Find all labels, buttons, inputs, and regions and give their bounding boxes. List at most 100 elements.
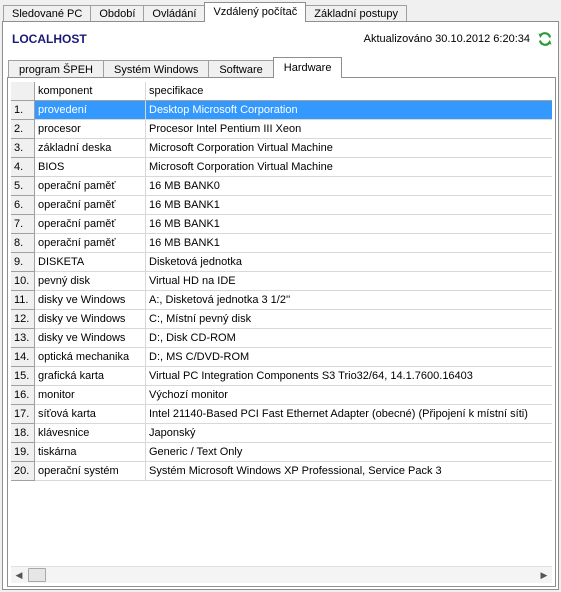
specifikace-cell[interactable]: Virtual PC Integration Components S3 Tri… — [146, 367, 552, 386]
specifikace-cell[interactable]: D:, Disk CD-ROM — [146, 329, 552, 348]
table-row[interactable]: 12. disky ve Windows C:, Místní pevný disk — [11, 310, 552, 329]
specifikace-cell[interactable]: 16 MB BANK1 — [146, 234, 552, 253]
komponent-cell[interactable]: tiskárna — [35, 443, 146, 462]
specifikace-cell[interactable]: Disketová jednotka — [146, 253, 552, 272]
komponent-cell[interactable]: síťová karta — [35, 405, 146, 424]
tab-software[interactable]: Software — [208, 60, 274, 78]
row-number-cell[interactable]: 19. — [11, 443, 35, 462]
row-number-cell[interactable]: 13. — [11, 329, 35, 348]
tab-vzdaleny-pocitac[interactable]: Vzdálený počítač — [204, 2, 307, 22]
specifikace-cell[interactable]: 16 MB BANK1 — [146, 215, 552, 234]
komponent-cell[interactable]: operační systém — [35, 462, 146, 481]
komponent-cell[interactable]: monitor — [35, 386, 146, 405]
komponent-cell[interactable]: optická mechanika — [35, 348, 146, 367]
row-number-cell[interactable]: 1. — [11, 101, 35, 120]
specifikace-cell[interactable]: Generic / Text Only — [146, 443, 552, 462]
row-number-cell[interactable]: 11. — [11, 291, 35, 310]
row-number-cell[interactable]: 12. — [11, 310, 35, 329]
table-row[interactable]: 5. operační paměť 16 MB BANK0 — [11, 177, 552, 196]
row-number-cell[interactable]: 3. — [11, 139, 35, 158]
table-row[interactable]: 19. tiskárna Generic / Text Only — [11, 443, 552, 462]
table-row[interactable]: 2. procesor Procesor Intel Pentium III Xeo… — [11, 120, 552, 139]
specifikace-cell[interactable]: 16 MB BANK0 — [146, 177, 552, 196]
komponent-cell[interactable]: DISKETA — [35, 253, 146, 272]
table-row[interactable]: 6. operační paměť 16 MB BANK1 — [11, 196, 552, 215]
komponent-cell[interactable]: operační paměť — [35, 177, 146, 196]
tab-hardware[interactable]: Hardware — [272, 57, 343, 78]
komponent-cell[interactable]: klávesnice — [35, 424, 146, 443]
row-number-cell[interactable]: 18. — [11, 424, 35, 443]
column-header-komponent[interactable]: komponent — [35, 82, 146, 101]
grid-header-row: komponent specifikace — [11, 82, 552, 101]
tab-system-windows[interactable]: Systém Windows — [102, 60, 210, 78]
row-number-cell[interactable]: 8. — [11, 234, 35, 253]
table-row[interactable]: 3. základní deska Microsoft Corporation Vi… — [11, 139, 552, 158]
row-number-cell[interactable]: 17. — [11, 405, 35, 424]
table-row[interactable]: 9. DISKETA Disketová jednotka — [11, 253, 552, 272]
row-number-cell[interactable]: 2. — [11, 120, 35, 139]
row-number-cell[interactable]: 5. — [11, 177, 35, 196]
specifikace-cell[interactable]: Procesor Intel Pentium III Xeon — [146, 120, 552, 139]
komponent-cell[interactable]: operační paměť — [35, 234, 146, 253]
row-number-cell[interactable]: 10. — [11, 272, 35, 291]
specifikace-cell[interactable]: Výchozí monitor — [146, 386, 552, 405]
grid-body: 1. provedení Desktop Microsoft Corporation… — [11, 101, 552, 481]
komponent-cell[interactable]: základní deska — [35, 139, 146, 158]
specifikace-cell[interactable]: Microsoft Corporation Virtual Machine — [146, 139, 552, 158]
table-row[interactable]: 11. disky ve Windows A:, Disketová jednotk… — [11, 291, 552, 310]
tab-zakladni-postupy[interactable]: Základní postupy — [305, 5, 408, 22]
tab-obdobi[interactable]: Období — [90, 5, 145, 22]
specifikace-cell[interactable]: D:, MS C/DVD-ROM — [146, 348, 552, 367]
row-number-header[interactable] — [11, 82, 35, 101]
row-number-cell[interactable]: 6. — [11, 196, 35, 215]
komponent-cell[interactable]: operační paměť — [35, 215, 146, 234]
table-row[interactable]: 18. klávesnice Japonský — [11, 424, 552, 443]
specifikace-cell[interactable]: Intel 21140-Based PCI Fast Ethernet Adap… — [146, 405, 552, 424]
komponent-cell[interactable]: pevný disk — [35, 272, 146, 291]
row-number-cell[interactable]: 16. — [11, 386, 35, 405]
komponent-cell[interactable]: BIOS — [35, 158, 146, 177]
tab-ovladani[interactable]: Ovládání — [143, 5, 206, 22]
table-row[interactable]: 20. operační systém Systém Microsoft Windo… — [11, 462, 552, 481]
specifikace-cell[interactable]: 16 MB BANK1 — [146, 196, 552, 215]
refresh-icon[interactable] — [537, 31, 553, 47]
scrollbar-thumb[interactable] — [28, 568, 46, 582]
arrow-left-icon[interactable]: ◀ — [11, 567, 27, 583]
tab-program-speh[interactable]: program ŠPEH — [8, 60, 104, 78]
specifikace-cell[interactable]: Virtual HD na IDE — [146, 272, 552, 291]
specifikace-cell[interactable]: A:, Disketová jednotka 3 1/2'' — [146, 291, 552, 310]
specifikace-cell[interactable]: Microsoft Corporation Virtual Machine — [146, 158, 552, 177]
table-row[interactable]: 10. pevný disk Virtual HD na IDE — [11, 272, 552, 291]
komponent-cell[interactable]: provedení — [35, 101, 146, 120]
table-row[interactable]: 1. provedení Desktop Microsoft Corporation — [11, 101, 552, 120]
tab-sledovane-pc[interactable]: Sledované PC — [3, 5, 92, 22]
komponent-cell[interactable]: procesor — [35, 120, 146, 139]
row-number-cell[interactable]: 7. — [11, 215, 35, 234]
specifikace-cell[interactable]: Desktop Microsoft Corporation — [146, 101, 552, 120]
table-row[interactable]: 8. operační paměť 16 MB BANK1 — [11, 234, 552, 253]
komponent-cell[interactable]: operační paměť — [35, 196, 146, 215]
row-number-cell[interactable]: 9. — [11, 253, 35, 272]
horizontal-scrollbar[interactable]: ◀ ▶ — [11, 566, 552, 583]
specifikace-cell[interactable]: Japonský — [146, 424, 552, 443]
arrow-right-icon[interactable]: ▶ — [536, 567, 552, 583]
table-row[interactable]: 13. disky ve Windows D:, Disk CD-ROM — [11, 329, 552, 348]
table-row[interactable]: 16. monitor Výchozí monitor — [11, 386, 552, 405]
komponent-cell[interactable]: grafická karta — [35, 367, 146, 386]
komponent-cell[interactable]: disky ve Windows — [35, 329, 146, 348]
row-number-cell[interactable]: 15. — [11, 367, 35, 386]
komponent-cell[interactable]: disky ve Windows — [35, 310, 146, 329]
table-row[interactable]: 7. operační paměť 16 MB BANK1 — [11, 215, 552, 234]
table-row[interactable]: 4. BIOS Microsoft Corporation Virtual Mach… — [11, 158, 552, 177]
table-row[interactable]: 15. grafická karta Virtual PC Integration … — [11, 367, 552, 386]
row-number-cell[interactable]: 4. — [11, 158, 35, 177]
hardware-grid: komponent specifikace 1. provedení Desktop… — [11, 82, 552, 481]
specifikace-cell[interactable]: Systém Microsoft Windows XP Professional… — [146, 462, 552, 481]
row-number-cell[interactable]: 20. — [11, 462, 35, 481]
column-header-specifikace[interactable]: specifikace — [146, 82, 552, 101]
row-number-cell[interactable]: 14. — [11, 348, 35, 367]
specifikace-cell[interactable]: C:, Místní pevný disk — [146, 310, 552, 329]
table-row[interactable]: 14. optická mechanika D:, MS C/DVD-ROM — [11, 348, 552, 367]
komponent-cell[interactable]: disky ve Windows — [35, 291, 146, 310]
table-row[interactable]: 17. síťová karta Intel 21140-Based PCI Fas… — [11, 405, 552, 424]
